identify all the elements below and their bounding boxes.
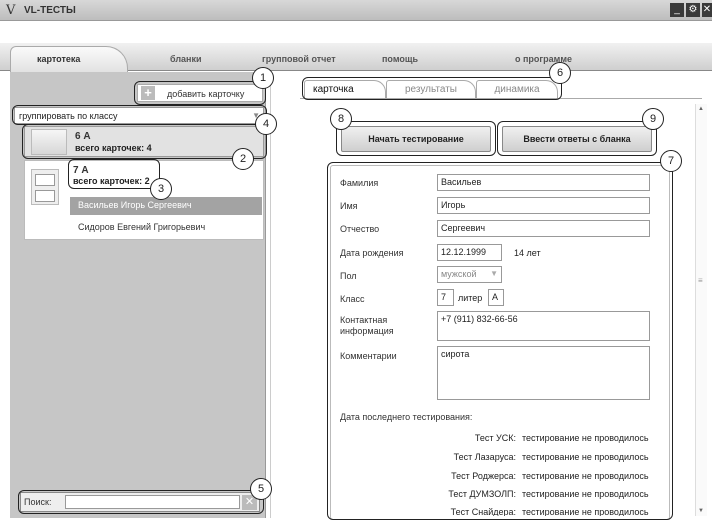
callout-3: 3 [150,178,172,200]
callout-ring-9 [497,121,657,156]
app-title: VL-ТЕСТЫ [24,5,76,16]
scroll-up-icon: ▲ [698,106,704,112]
callout-ring-2 [22,124,267,159]
app-logo: V [6,3,16,18]
student-item[interactable]: Васильев Игорь Сергеевич [70,197,262,215]
callout-8: 8 [330,108,352,130]
callout-7: 7 [660,150,682,172]
student-item[interactable]: Сидоров Евгений Григорьевич [70,219,262,237]
settings-button[interactable]: ⚙ [686,3,700,17]
callout-2: 2 [232,148,254,170]
callout-ring-5 [18,490,264,514]
callout-9: 9 [642,108,664,130]
tab-help[interactable]: помощь [382,54,418,64]
scroll-grip-icon: ≡ [698,276,703,285]
callout-ring-8 [336,121,496,156]
callout-ring-4 [12,105,267,125]
tab-group-report[interactable]: групповой отчет [262,54,336,64]
tab-blanki[interactable]: бланки [170,54,202,64]
callout-ring-3 [68,159,160,189]
callout-ring-6 [302,77,562,100]
callout-ring-7 [327,162,673,520]
scrollbar[interactable]: ▲ ≡ ▼ [695,104,707,516]
callout-ring-1 [134,81,266,105]
callout-5: 5 [250,478,272,500]
callout-4: 4 [255,113,277,135]
scroll-down-icon: ▼ [698,508,704,514]
callout-1: 1 [252,67,274,89]
card-stack-icon [31,169,59,205]
callout-6: 6 [549,62,571,84]
tab-kartoteka[interactable]: картотека [37,54,80,64]
close-button[interactable]: ✕ [702,3,712,17]
title-bar [0,0,712,21]
minimize-button[interactable]: _ [670,3,684,17]
